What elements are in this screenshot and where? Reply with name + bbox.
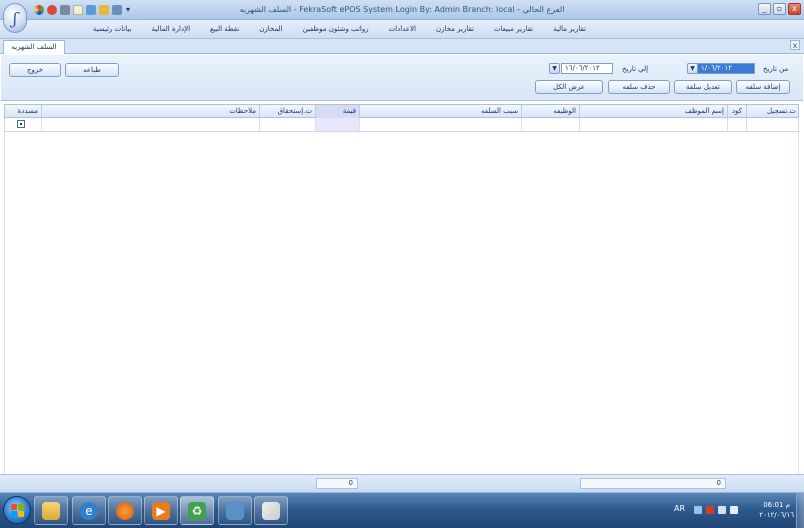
paid-checkbox[interactable] [17,120,25,128]
table-row[interactable] [4,118,799,132]
clock-date: ٢٠١٢/٠٦/١٦ [759,511,794,519]
menu-financial-management[interactable]: الإدارة المالية [142,25,201,33]
menu-settings[interactable]: الاعدادات [379,25,426,33]
volume-icon[interactable] [730,506,738,514]
cell-job[interactable] [521,118,579,131]
windows-logo-icon [11,511,17,517]
close-tab-button[interactable]: x [790,40,800,50]
from-date-field[interactable]: ١/٠٦/٢٠١٢ [697,63,755,74]
restore-button[interactable]: ▫ [773,3,786,15]
column-header-paid[interactable]: مسددة [5,105,41,118]
tab-strip: السلف الشهريه [0,39,804,54]
cell-registration-date[interactable] [746,118,799,131]
system-tray: AR 06:01 م ٢٠١٢/٠٦/١٦ [674,493,794,528]
column-header-advance-reason[interactable]: سبب السلفه [359,105,521,118]
windows-logo-icon [18,504,24,510]
clock-time: 06:01 م [763,501,790,509]
remote-desktop-icon [226,501,244,520]
close-button[interactable]: x [788,3,801,15]
windows-logo-icon [11,504,17,510]
show-all-button[interactable]: عرض الكل [535,80,603,94]
tab-monthly-advances[interactable]: السلف الشهريه [3,40,65,54]
taskbar-paint[interactable] [254,496,288,525]
cell-due-date[interactable] [259,118,315,131]
menu-bar: تقارير مالية تقارير مبيعات تقارير مخازن … [0,20,804,39]
cell-employee-name[interactable] [579,118,727,131]
cell-advance-reason[interactable] [359,118,521,131]
total-amount-right: 0 [580,478,726,489]
column-header-registration-date[interactable]: ت.تسجيل [746,105,799,118]
grid-header: ت.تسجيل كود إسم الموظف الوظيفه سبب السلف… [4,104,799,118]
language-indicator[interactable]: AR [674,504,685,513]
column-header-code[interactable]: كود [727,105,746,118]
recycle-app-icon: ♻ [188,501,206,520]
app-logo-orb[interactable]: ʃ [3,3,27,33]
menu-financial-reports[interactable]: تقارير مالية [543,25,596,33]
column-header-employee-name[interactable]: إسم الموظف [579,105,727,118]
total-amount-left: 0 [316,478,358,489]
action-center-flag-icon[interactable] [706,506,714,514]
status-bar: 0 0 [0,474,804,492]
cell-notes[interactable] [41,118,259,131]
taskbar-media-player[interactable]: ▶ [144,496,178,525]
clock[interactable]: 06:01 م ٢٠١٢/٠٦/١٦ [759,500,794,520]
taskbar-remote-desktop[interactable] [218,496,252,525]
menu-master-data[interactable]: بيانات رئيسية [83,25,142,33]
cell-amount[interactable] [315,118,359,131]
column-header-due-date[interactable]: ت.إستحقاق [259,105,315,118]
cell-paid[interactable] [5,118,41,131]
show-hidden-icons-icon[interactable] [694,506,702,514]
column-header-job[interactable]: الوظيفه [521,105,579,118]
from-date-label: من تاريخ [763,65,789,73]
to-date-label: إلي تاريخ [622,65,649,73]
window-controls: _ ▫ x [758,3,801,15]
to-date-field[interactable]: ١٦/٠٦/٢٠١٢ [561,63,613,74]
window-title: السلف الشهريه - FekraSoft ePOS System Lo… [239,5,565,14]
paint-icon [262,501,280,520]
menu-sales-reports[interactable]: تقارير مبيعات [484,25,543,33]
exit-button[interactable]: خروج [9,63,61,77]
taskbar-explorer[interactable] [34,496,68,525]
ie-icon: e [80,501,98,520]
show-desktop-button[interactable] [796,493,804,528]
media-player-icon: ▶ [152,501,170,520]
grid-body[interactable] [4,132,799,474]
menu-point-of-sale[interactable]: نقطة البيع [200,25,249,33]
to-date-dropdown-icon[interactable]: ▼ [549,63,560,74]
taskbar: e ▶ ♻ AR 06:01 م ٢٠١٢/٠٦/١٦ [0,492,804,528]
delete-advance-button[interactable]: حذف سلفه [608,80,670,94]
menu-warehouses[interactable]: المخازن [249,25,292,33]
firefox-icon [116,501,134,520]
taskbar-internet-explorer[interactable]: e [72,496,106,525]
minimize-button[interactable]: _ [758,3,771,15]
column-header-notes[interactable]: ملاحظات [41,105,259,118]
network-icon[interactable] [718,506,726,514]
taskbar-epos-app[interactable]: ♻ [180,496,214,525]
menu-inventory-reports[interactable]: تقارير مخازن [426,25,484,33]
print-button[interactable]: طباعه [65,63,119,77]
column-header-amount[interactable]: قيمة [315,105,359,118]
add-advance-button[interactable]: إضافة سلفه [736,80,790,94]
windows-logo-icon [18,511,24,517]
edit-advance-button[interactable]: تعديل سلفة [674,80,732,94]
from-date-dropdown-icon[interactable]: ▼ [687,63,698,74]
folder-icon [42,501,60,520]
menu-payroll-hr[interactable]: رواتب وشئون موظفين [293,25,379,33]
toolbar-panel: من تاريخ ١/٠٦/٢٠١٢ ▼ إلي تاريخ ١٦/٠٦/٢٠١… [1,55,803,101]
cell-code[interactable] [727,118,746,131]
title-bar: ▾ السلف الشهريه - FekraSoft ePOS System … [0,0,804,20]
start-button[interactable] [3,496,31,524]
taskbar-firefox[interactable] [108,496,142,525]
